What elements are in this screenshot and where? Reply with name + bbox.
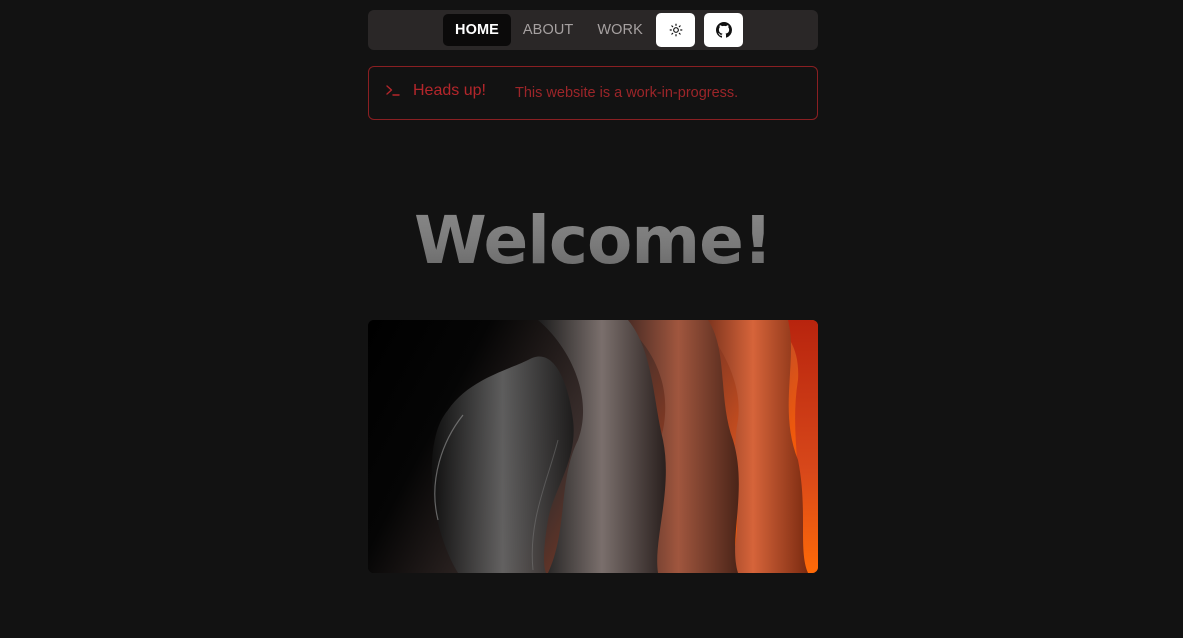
nav-links: HOME ABOUT WORK — [443, 14, 655, 46]
theme-toggle-button[interactable] — [656, 13, 695, 47]
github-icon — [715, 22, 732, 38]
github-button[interactable] — [704, 13, 743, 47]
abstract-wave-image — [368, 320, 818, 573]
nav-link-about[interactable]: ABOUT — [511, 14, 585, 46]
nav-link-home[interactable]: HOME — [443, 14, 511, 46]
welcome-heading: Welcome! — [368, 196, 818, 286]
page: HOME ABOUT WORK Heads up! This website i… — [0, 0, 1183, 638]
sun-icon — [669, 23, 682, 37]
terminal-icon — [386, 85, 400, 96]
alert-title: Heads up! — [413, 82, 486, 99]
nav-link-work[interactable]: WORK — [585, 14, 655, 46]
work-in-progress-alert: Heads up! This website is a work-in-prog… — [368, 66, 818, 120]
navbar: HOME ABOUT WORK — [368, 10, 818, 50]
alert-description: This website is a work-in-progress. — [515, 85, 739, 101]
